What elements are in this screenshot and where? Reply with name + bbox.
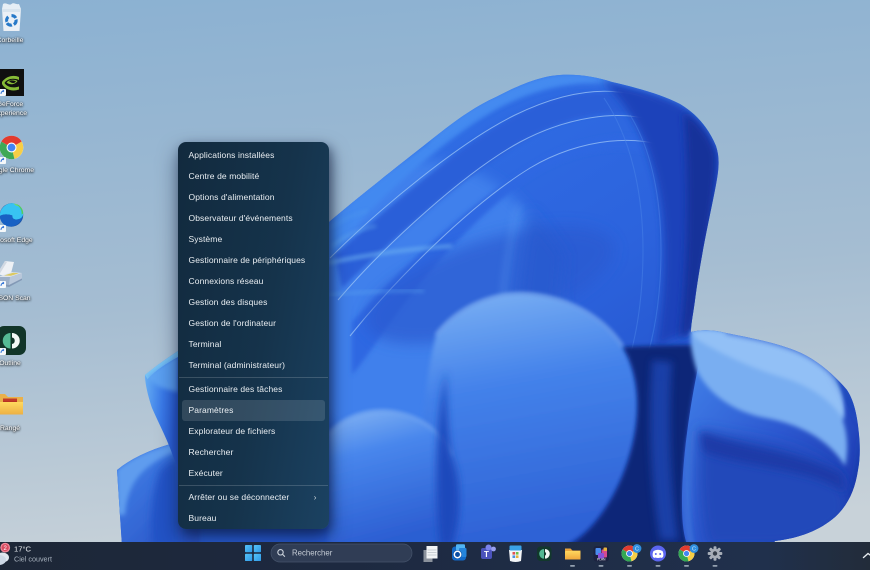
svg-text:Ciel couvert: Ciel couvert: [14, 554, 52, 563]
svg-text:17°C: 17°C: [14, 544, 31, 553]
svg-text:C: C: [692, 546, 696, 552]
svg-text:C: C: [635, 546, 639, 552]
svg-text:T: T: [484, 550, 489, 559]
svg-text:Rechercher: Rechercher: [292, 548, 333, 557]
svg-text:PLAN: PLAN: [597, 557, 606, 561]
